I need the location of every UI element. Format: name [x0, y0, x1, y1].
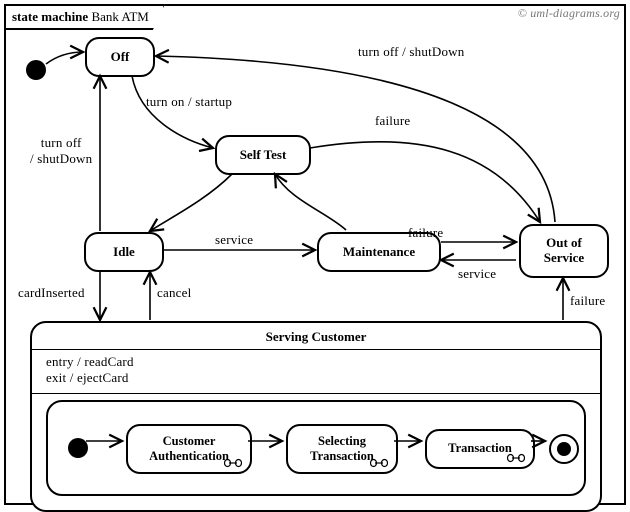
serving-customer-title: Serving Customer [32, 323, 600, 349]
label-turn-on: turn on / startup [146, 94, 232, 110]
state-selecting-transaction: Selecting Transaction [286, 424, 398, 474]
label-turn-off-shutdown-left: turn off / shutDown [30, 135, 92, 168]
label-failure-maint: failure [408, 225, 443, 241]
submachine-icon [370, 458, 388, 468]
final-state-dot [557, 442, 571, 456]
sel-trans-l2: Transaction [310, 449, 374, 463]
cust-auth-l1: Customer [163, 434, 216, 448]
state-serving-customer: Serving Customer entry / readCard exit /… [30, 321, 602, 512]
state-idle: Idle [84, 232, 164, 272]
transaction-label: Transaction [448, 441, 512, 456]
inner-initial-state [68, 438, 88, 458]
frame-keyword: state machine [12, 9, 88, 24]
initial-state [26, 60, 46, 80]
submachine-icon [507, 453, 525, 463]
state-customer-authentication: Customer Authentication [126, 424, 252, 474]
state-out-of-service: Out of Service [519, 224, 609, 278]
state-self-test: Self Test [215, 135, 311, 175]
state-off-label: Off [111, 49, 130, 65]
label-turn-off-shutdown-top: turn off / shutDown [358, 44, 464, 60]
state-transaction: Transaction [425, 429, 535, 469]
serving-customer-region: Customer Authentication Selecting Transa… [46, 400, 586, 496]
label-service-idle: service [215, 232, 253, 248]
label-card-inserted: cardInserted [18, 285, 85, 301]
sel-trans-l1: Selecting [318, 434, 366, 448]
state-self-test-label: Self Test [240, 147, 287, 163]
label-failure-serving: failure [570, 293, 605, 309]
entry-behavior: entry / readCard [46, 354, 586, 370]
state-maintenance-label: Maintenance [343, 244, 415, 260]
state-off: Off [85, 37, 155, 77]
submachine-icon [224, 458, 242, 468]
state-out-of-service-l1: Out of [546, 236, 582, 251]
frame-title-tab: state machine Bank ATM [4, 4, 165, 30]
exit-behavior: exit / ejectCard [46, 370, 586, 386]
label-failure-selftest: failure [375, 113, 410, 129]
serving-customer-behaviors: entry / readCard exit / ejectCard [32, 350, 600, 393]
label-service-oos: service [458, 266, 496, 282]
state-out-of-service-l2: Service [544, 251, 584, 266]
inner-final-state [549, 434, 579, 464]
state-idle-label: Idle [113, 244, 135, 260]
composite-divider-2 [32, 393, 600, 394]
frame-name: Bank ATM [91, 9, 148, 24]
cust-auth-l2: Authentication [149, 449, 229, 463]
uml-state-machine-diagram: © uml-diagrams.org state machine Bank AT… [0, 0, 630, 507]
label-cancel: cancel [157, 285, 191, 301]
